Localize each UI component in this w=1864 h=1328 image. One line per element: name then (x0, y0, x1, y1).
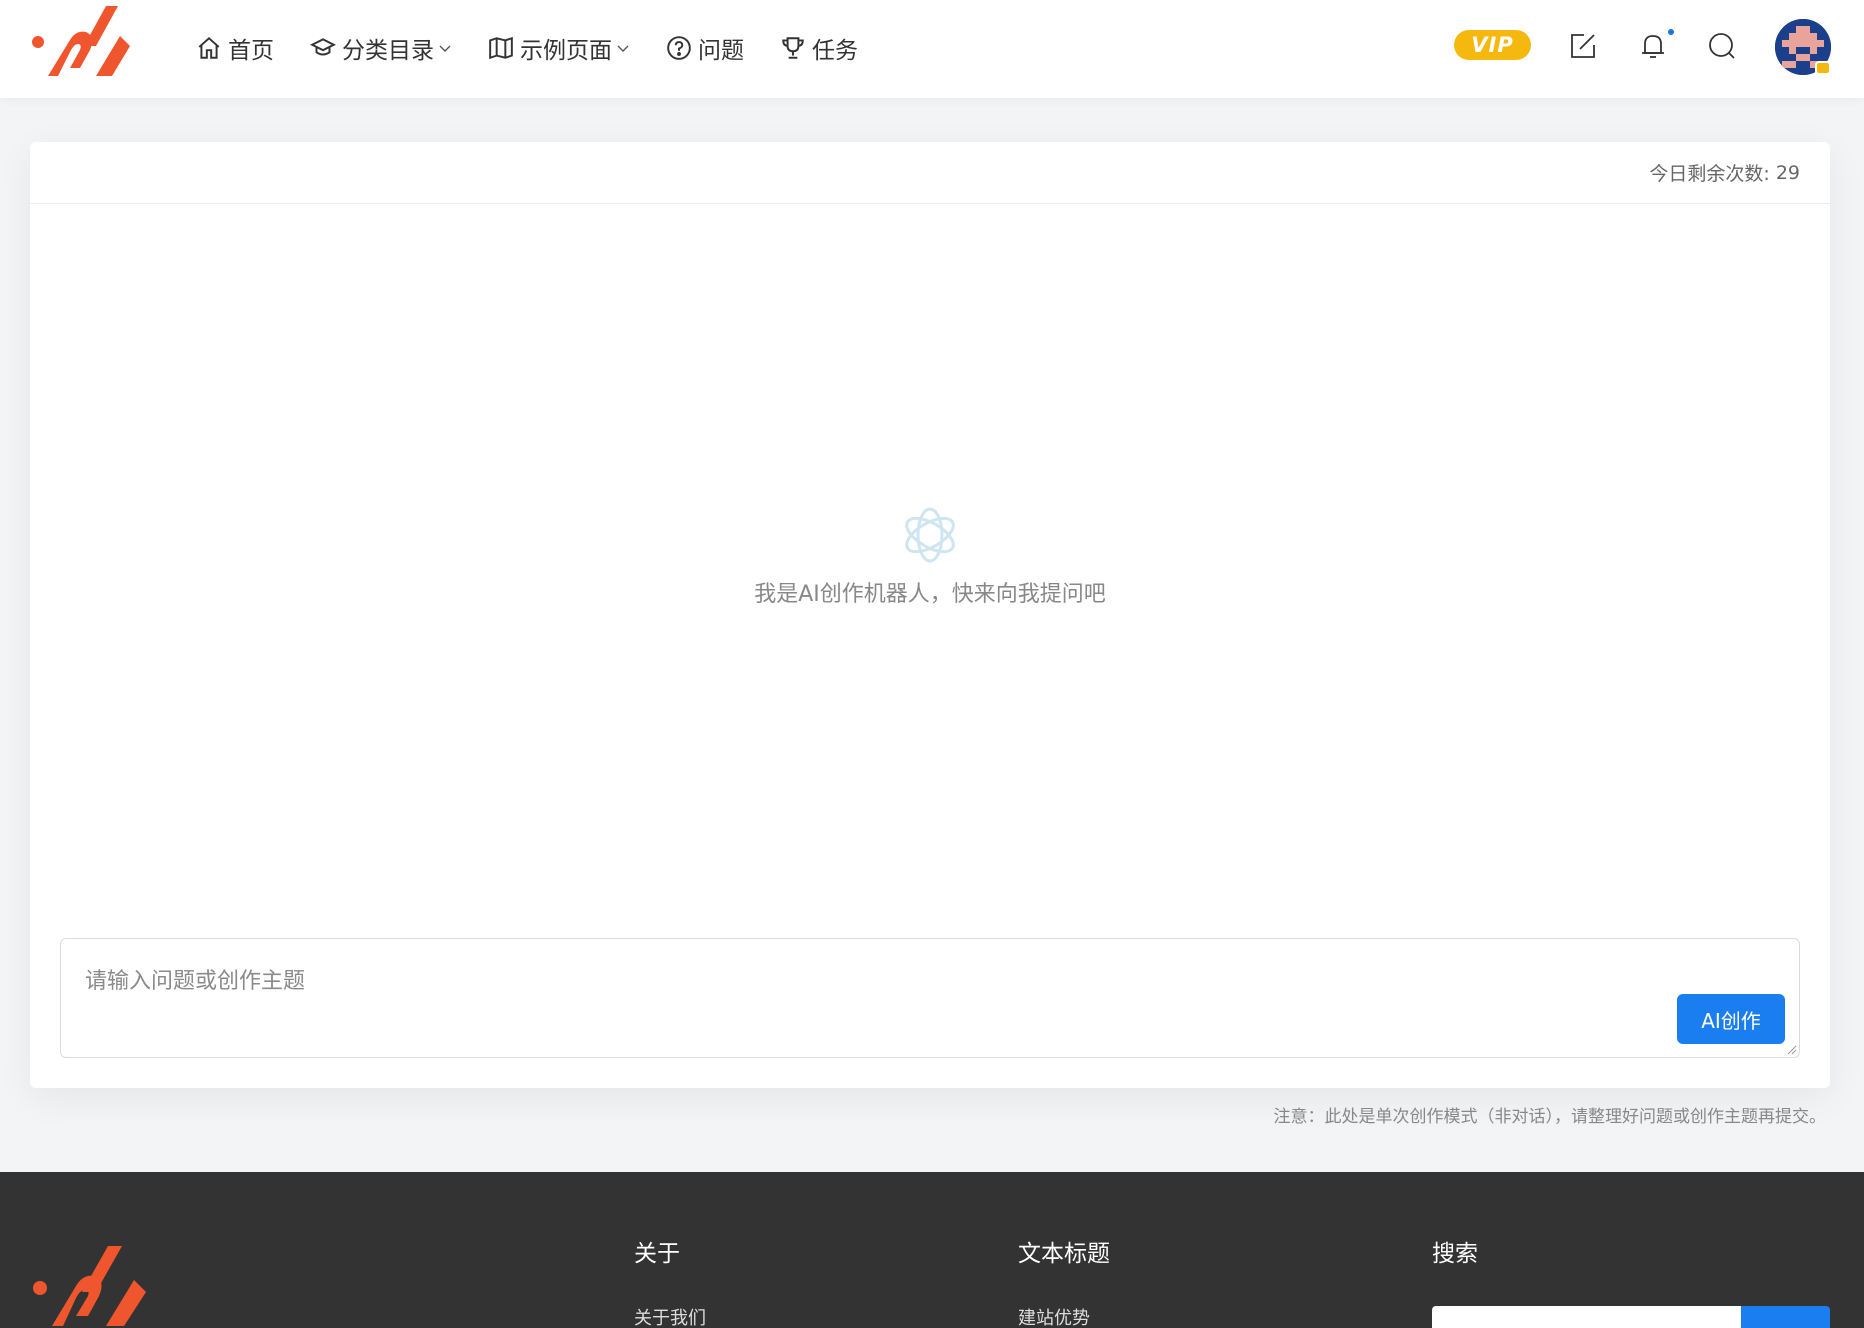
footer-logo[interactable] (30, 1246, 150, 1328)
prompt-input[interactable] (61, 939, 1799, 1057)
nav-label: 问题 (698, 38, 744, 64)
remaining-label: 今日剩余次数: (1649, 163, 1770, 185)
nav-label: 首页 (228, 38, 274, 64)
usage-note: 注意：此处是单次创作模式（非对话），请整理好问题或创作主题再提交。 (1273, 1107, 1827, 1127)
bell-icon[interactable] (1638, 31, 1668, 61)
notification-dot (1666, 27, 1676, 37)
nav-item-questions[interactable]: 问题 (666, 28, 744, 68)
vip-badge[interactable]: VIP (1454, 30, 1531, 60)
search-icon[interactable] (1707, 31, 1737, 61)
nav-item-categories[interactable]: 分类目录 (310, 28, 452, 68)
usage-bar: 今日剩余次数: 29 (30, 142, 1830, 204)
map-icon (488, 35, 514, 61)
vip-avatar-badge (1815, 61, 1831, 75)
footer-search-button[interactable] (1741, 1306, 1830, 1328)
edit-icon[interactable] (1568, 31, 1598, 61)
nav-label: 任务 (812, 38, 858, 64)
footer-title-text: 文本标题 (1018, 1241, 1110, 1267)
prompt-box: AI创作 (60, 938, 1800, 1058)
graduation-cap-icon (310, 35, 336, 61)
site-header: 首页 分类目录 示例页面 问题 任务 VIP (0, 0, 1864, 98)
site-footer: 关于 关于我们 文本标题 建站优势 搜索 (0, 1172, 1864, 1328)
footer-link-about-us[interactable]: 关于我们 (634, 1304, 706, 1328)
empty-state-text: 我是AI创作机器人，快来向我提问吧 (754, 582, 1106, 607)
footer-link-advantages[interactable]: 建站优势 (1018, 1304, 1090, 1328)
site-logo[interactable] (30, 6, 134, 86)
chevron-down-icon (438, 41, 452, 55)
openai-icon (897, 502, 963, 568)
empty-state: 我是AI创作机器人，快来向我提问吧 (30, 502, 1830, 608)
ai-create-button[interactable]: AI创作 (1677, 994, 1785, 1044)
nav-item-tasks[interactable]: 任务 (780, 28, 858, 68)
footer-title-about: 关于 (634, 1241, 680, 1267)
nav-label: 示例页面 (520, 38, 612, 64)
nav-item-sample-pages[interactable]: 示例页面 (488, 28, 630, 68)
ai-writer-card: 今日剩余次数: 29 我是AI创作机器人，快来向我提问吧 AI创作 (30, 142, 1830, 1088)
trophy-icon (780, 35, 806, 61)
home-icon (196, 35, 222, 61)
footer-title-search: 搜索 (1432, 1241, 1478, 1267)
remaining-count: 29 (1775, 161, 1800, 184)
nav-label: 分类目录 (342, 38, 434, 64)
question-circle-icon (666, 35, 692, 61)
nav-item-home[interactable]: 首页 (196, 28, 274, 68)
footer-search-input[interactable] (1432, 1306, 1742, 1328)
chevron-down-icon (616, 41, 630, 55)
resize-grip-icon[interactable] (1785, 1043, 1797, 1055)
main-nav: 首页 分类目录 示例页面 问题 任务 (196, 28, 894, 68)
